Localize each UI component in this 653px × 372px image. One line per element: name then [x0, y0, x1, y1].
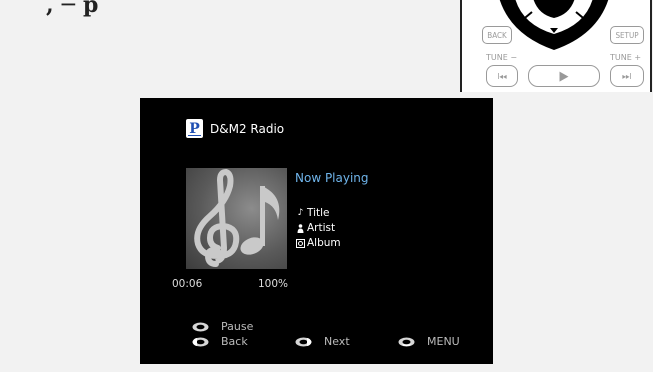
manual-heading-fragment: , ─ p [46, 0, 99, 18]
remote-setup-label: SETUP [615, 30, 639, 40]
album-icon [296, 238, 305, 248]
buffer-percentage: 100% [258, 278, 289, 290]
remote-play-button[interactable]: ▶ [528, 65, 600, 87]
guide-menu-label: MENU [427, 335, 460, 348]
guide-next: Next [295, 335, 350, 348]
album-art [186, 168, 287, 269]
track-title-row: ♪ Title [296, 207, 330, 219]
now-playing-heading: Now Playing [295, 171, 369, 185]
track-artist: Artist [307, 222, 336, 234]
dpad-left-icon [192, 337, 209, 347]
dpad-down-icon [398, 337, 415, 347]
remote-setup-button[interactable]: SETUP [610, 26, 644, 44]
guide-menu: MENU [398, 335, 460, 348]
track-artist-row: Artist [296, 222, 335, 234]
music-note-icon: ♪ [297, 208, 304, 218]
logo-letter: P [189, 120, 200, 137]
remote-previous-button[interactable]: I◂◂ [486, 65, 518, 87]
dpad-right-icon [295, 337, 312, 347]
tv-screen: P D&M2 Radio Now Playing ♪ Title Artist … [140, 98, 493, 364]
remote-next-button[interactable]: ▸▸I [610, 65, 644, 87]
remote-back-button[interactable]: BACK [482, 26, 512, 44]
remote-tune-plus-label: TUNE + [610, 53, 642, 62]
track-title: Title [307, 207, 330, 219]
guide-back-label: Back [221, 335, 248, 348]
guide-back: Back [192, 335, 248, 348]
pandora-logo-icon: P [186, 119, 203, 138]
remote-back-label: BACK [487, 30, 507, 40]
person-icon [296, 223, 305, 233]
remote-next-icon: ▸▸I [622, 71, 632, 81]
elapsed-time: 00:06 [172, 278, 203, 290]
remote-play-icon: ▶ [559, 68, 569, 84]
track-album: Album [307, 237, 341, 249]
remote-control-illustration: BACK SETUP TUNE − TUNE + I◂◂ ▶ ▸▸I [460, 0, 652, 92]
remote-tune-minus-label: TUNE − [486, 53, 518, 62]
guide-pause: Pause [192, 320, 253, 333]
music-notes-icon [194, 168, 280, 267]
guide-next-label: Next [324, 335, 350, 348]
track-album-row: Album [296, 237, 341, 249]
dpad-center-icon [192, 322, 209, 332]
station-name: D&M2 Radio [210, 122, 285, 136]
remote-previous-icon: I◂◂ [497, 71, 507, 81]
guide-pause-label: Pause [221, 320, 254, 333]
